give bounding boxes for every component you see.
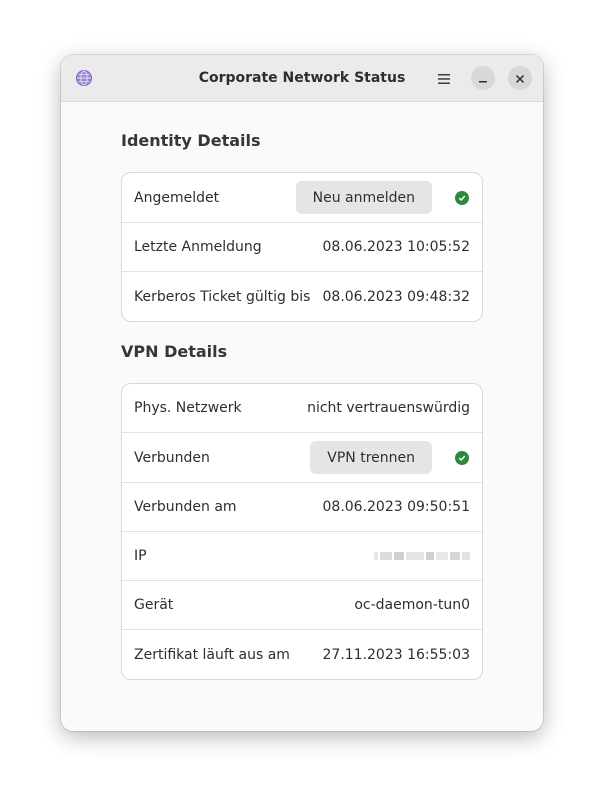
check-circle-icon	[455, 190, 469, 205]
row-connected: Verbunden VPN trennen	[122, 433, 482, 483]
row-connected-since: Verbunden am 08.06.2023 09:50:51	[122, 483, 482, 532]
row-logged-in: Angemeldet Neu anmelden	[122, 173, 482, 223]
minimize-button[interactable]	[471, 66, 495, 90]
row-ip: IP	[122, 532, 482, 581]
row-label: IP	[134, 548, 147, 564]
row-label: Angemeldet	[134, 189, 220, 206]
row-label: Gerät	[134, 597, 174, 613]
minimize-icon	[478, 69, 488, 88]
hamburger-menu-icon	[438, 69, 450, 88]
row-certificate-expiry: Zertifikat läuft aus am 27.11.2023 16:55…	[122, 630, 482, 679]
close-icon	[515, 69, 525, 88]
row-value: 08.06.2023 09:50:51	[322, 499, 471, 515]
row-label: Verbunden	[134, 449, 210, 466]
app-window: Corporate Network Status Identity Detail…	[61, 55, 543, 731]
vpn-details-heading: VPN Details	[121, 342, 228, 361]
re-login-button[interactable]: Neu anmelden	[295, 181, 432, 214]
identity-details-heading: Identity Details	[121, 131, 261, 150]
check-circle-icon	[455, 450, 469, 465]
row-last-login: Letzte Anmeldung 08.06.2023 10:05:52	[122, 223, 482, 272]
row-value: nicht vertrauenswürdig	[307, 400, 470, 416]
row-value: 08.06.2023 09:48:32	[322, 288, 471, 305]
row-value: 08.06.2023 10:05:52	[322, 239, 471, 255]
close-button[interactable]	[508, 66, 532, 90]
title-bar[interactable]: Corporate Network Status	[61, 55, 543, 102]
row-kerberos-ticket: Kerberos Ticket gültig bis 08.06.2023 09…	[122, 272, 482, 321]
row-label: Letzte Anmeldung	[134, 239, 262, 255]
row-label: Phys. Netzwerk	[134, 400, 242, 416]
row-value: oc-daemon-tun0	[354, 597, 470, 613]
row-value: 27.11.2023 16:55:03	[322, 646, 471, 663]
row-label: Kerberos Ticket gültig bis	[134, 288, 311, 305]
row-label: Zertifikat läuft aus am	[134, 646, 290, 663]
identity-details-card: Angemeldet Neu anmelden Letzte Anmeldung…	[121, 172, 483, 322]
vpn-disconnect-button[interactable]: VPN trennen	[310, 441, 432, 474]
row-device: Gerät oc-daemon-tun0	[122, 581, 482, 630]
row-label: Verbunden am	[134, 499, 237, 515]
main-menu-button[interactable]	[432, 66, 456, 90]
row-physical-network: Phys. Netzwerk nicht vertrauenswürdig	[122, 384, 482, 433]
vpn-details-card: Phys. Netzwerk nicht vertrauenswürdig Ve…	[121, 383, 483, 680]
ip-value-redacted	[374, 550, 470, 562]
